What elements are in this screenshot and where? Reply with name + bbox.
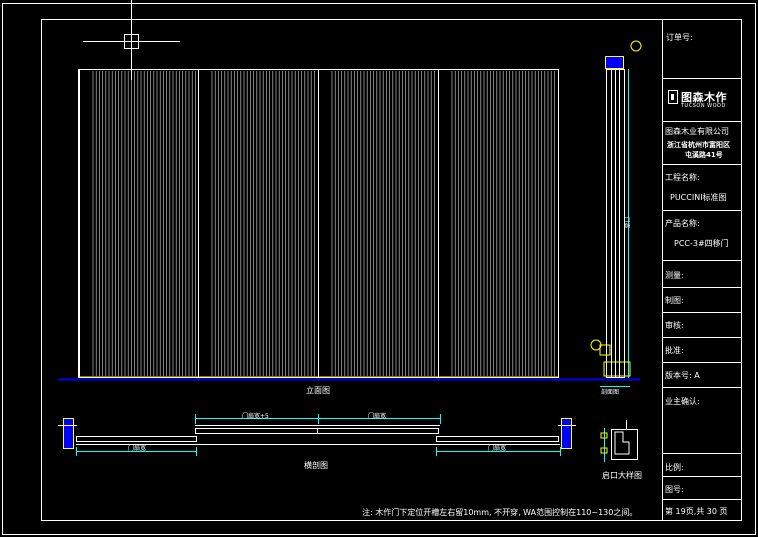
brand-mark-icon (668, 90, 678, 104)
brand-subtitle: TUCSON WOOD (681, 103, 726, 109)
project-value: PUCCINI标准图 (670, 193, 727, 202)
elevation-caption: 立面图 (306, 386, 330, 395)
version-label: 版本号: A (665, 371, 700, 380)
detail-caption: 启口大样图 (602, 471, 642, 480)
drawing-number-label: 图号: (665, 485, 684, 494)
door-panel-1 (79, 69, 199, 378)
project-label: 工程名称: (665, 173, 700, 182)
approved-by-label: 批准: (665, 346, 684, 355)
product-label: 产品名称: (665, 219, 700, 228)
company-address-line1: 浙江省杭州市富阳区 (667, 141, 730, 149)
door-panel-4 (438, 69, 559, 378)
dim-bottom-right: 门扇宽 (488, 445, 507, 452)
brand-logo: 图森木作 TUCSON WOOD (666, 88, 740, 114)
dim-bottom-left: 门扇宽 (128, 445, 147, 452)
section-caption: 横剖图 (304, 461, 328, 470)
door-panel-2 (198, 69, 319, 378)
page-number-label: 第 19页,共 30 页 (665, 507, 728, 516)
dim-top-right: 门扇宽 (368, 413, 387, 420)
inner-border (41, 19, 742, 521)
dim-top-left: 门扇宽+5 (242, 413, 269, 420)
rebate-detail-view (600, 420, 638, 462)
reviewed-by-label: 审核: (665, 321, 684, 330)
door-panel-3 (318, 69, 439, 378)
elevation-view (58, 69, 640, 381)
measure-label: 测量: (665, 271, 684, 280)
product-value: PCC-3#四移门 (674, 239, 729, 248)
drawn-by-label: 制图: (665, 296, 684, 305)
scale-label: 比例: (665, 463, 684, 472)
cad-crosshair (83, 0, 180, 80)
side-dimension-label: 门高 (622, 216, 630, 229)
cad-drawing-canvas (2, 0, 756, 535)
footnote: 注: 木作门下定位开槽左右留10mm, 不开穿, WA范围控制在110~130之… (362, 508, 638, 517)
order-number-label: 订单号: (666, 33, 693, 42)
side-caption: 剖面图 (601, 389, 620, 396)
owner-confirm-label: 业主确认: (665, 397, 700, 406)
company-address-line2: 屯溪路41号 (685, 151, 723, 159)
company-name: 图森木业有限公司 (665, 127, 729, 136)
side-section-view (590, 40, 642, 387)
